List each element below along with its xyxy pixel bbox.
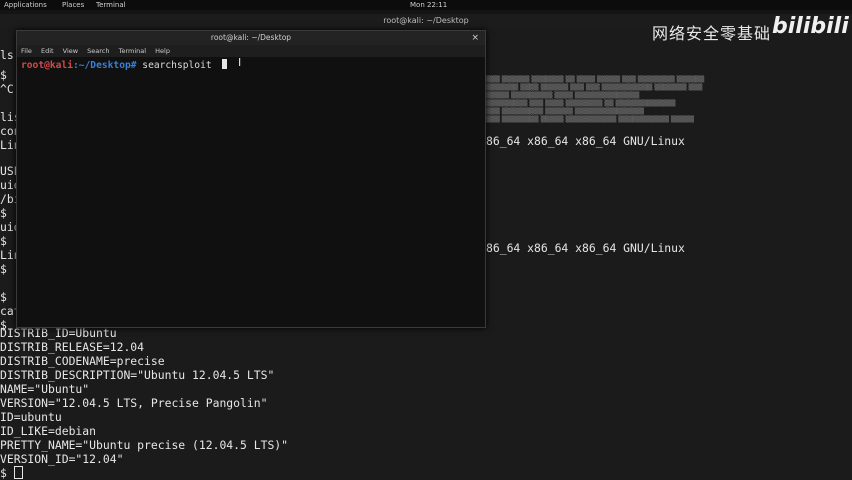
menu-help[interactable]: Help xyxy=(155,47,170,55)
terminal-line: $ xyxy=(0,68,7,82)
command-text: searchsploit xyxy=(136,60,212,71)
foreground-terminal-window[interactable]: root@kali: ~/Desktop × File Edit View Se… xyxy=(16,30,486,328)
terminal-menu[interactable]: Terminal xyxy=(96,1,126,9)
window-titlebar[interactable]: root@kali: ~/Desktop × xyxy=(17,31,485,45)
terminal-line: $ xyxy=(0,262,7,276)
clock[interactable]: Mon 22:11 xyxy=(410,1,447,9)
terminal-line: ID_LIKE=debian xyxy=(0,424,97,438)
terminal-line: $ xyxy=(0,206,7,220)
terminal-cursor xyxy=(221,59,227,69)
applications-menu[interactable]: Applications xyxy=(4,1,47,9)
uname-output: 86_64 x86_64 x86_64 GNU/Linux xyxy=(486,134,685,148)
places-menu[interactable]: Places xyxy=(62,1,84,9)
terminal-line: ID=ubuntu xyxy=(0,410,62,424)
terminal-line: ls xyxy=(0,48,14,62)
menu-search[interactable]: Search xyxy=(87,47,109,55)
terminal-line: DISTRIB_DESCRIPTION="Ubuntu 12.04.5 LTS" xyxy=(0,368,275,382)
menu-terminal[interactable]: Terminal xyxy=(119,47,146,55)
terminal-line: $ xyxy=(0,290,7,304)
terminal-line: DISTRIB_RELEASE=12.04 xyxy=(0,340,145,354)
terminal-line: ^C xyxy=(0,82,14,96)
terminal-line: $ xyxy=(0,234,7,248)
terminal-line: VERSION="12.04.5 LTS, Precise Pangolin" xyxy=(0,396,268,410)
top-panel: Applications Places Terminal Mon 22:11 xyxy=(0,0,852,10)
terminal-prompt-line: $ xyxy=(0,466,23,480)
prompt-path: :~/Desktop# xyxy=(72,60,137,71)
terminal-area[interactable]: root@kali:~/Desktop# searchsploit xyxy=(17,57,485,327)
close-icon[interactable]: × xyxy=(471,31,479,45)
terminal-line: DISTRIB_ID=Ubuntu xyxy=(0,326,117,340)
command-line[interactable]: root@kali:~/Desktop# searchsploit xyxy=(21,59,227,72)
menu-edit[interactable]: Edit xyxy=(41,47,54,55)
bilibili-logo: bilibili xyxy=(772,14,849,39)
window-title: root@kali: ~/Desktop xyxy=(210,33,292,42)
blurred-output: ▒▒▒ ▒▒▒▒▒▒ ▒▒▒▒▒▒▒ ▒▒ ▒▒▒▒ ▒▒▒▒▒ ▒▒▒ ▒▒▒… xyxy=(486,76,705,123)
prompt-user: root@kali xyxy=(21,60,73,71)
menu-bar: File Edit View Search Terminal Help xyxy=(17,45,485,57)
uname-output: 86_64 x86_64 x86_64 GNU/Linux xyxy=(486,241,685,255)
text-cursor-icon: I xyxy=(238,56,242,69)
terminal-line: NAME="Ubuntu" xyxy=(0,382,90,396)
terminal-line: VERSION_ID="12.04" xyxy=(0,452,124,466)
terminal-prompt: $ xyxy=(0,466,7,480)
terminal-line: DISTRIB_CODENAME=precise xyxy=(0,354,165,368)
menu-file[interactable]: File xyxy=(21,47,32,55)
watermark-text: 网络安全零基础 xyxy=(652,24,772,43)
terminal-line: PRETTY_NAME="Ubuntu precise (12.04.5 LTS… xyxy=(0,438,289,452)
terminal-cursor xyxy=(13,466,23,479)
menu-view[interactable]: View xyxy=(63,47,78,55)
